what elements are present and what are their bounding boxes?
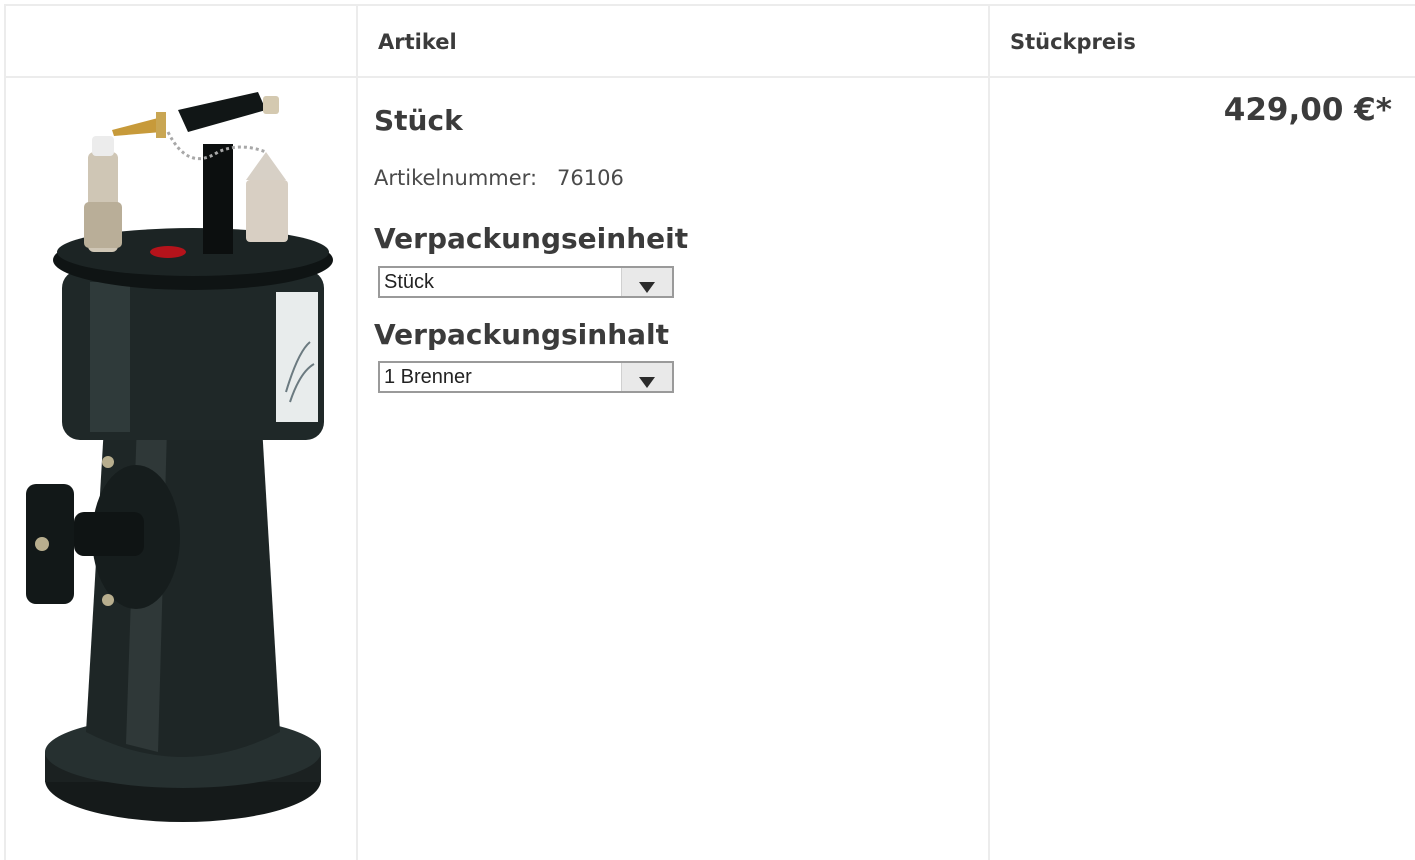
packaging-unit-value: Stück	[384, 271, 435, 293]
article-number-label: Artikelnummer:	[374, 166, 538, 190]
header-unit-price: Stückpreis	[1010, 30, 1136, 54]
chevron-down-icon	[639, 377, 655, 388]
packaging-content-select[interactable]: 1 Brenner	[378, 361, 674, 393]
header-article: Artikel	[378, 30, 457, 54]
article-number-row: Artikelnummer: 76106	[374, 166, 624, 190]
column-divider	[988, 6, 990, 860]
chevron-down-icon	[639, 282, 655, 293]
header-divider	[6, 76, 1415, 78]
product-price: 429,00 €*	[1223, 92, 1392, 128]
dropdown-button[interactable]	[621, 363, 672, 391]
packaging-unit-label: Verpackungseinheit	[374, 222, 689, 255]
product-image[interactable]	[18, 92, 348, 844]
dropdown-button[interactable]	[621, 268, 672, 296]
packaging-content-value: 1 Brenner	[384, 366, 472, 388]
product-title[interactable]: Stück	[374, 104, 463, 137]
packaging-unit-select[interactable]: Stück	[378, 266, 674, 298]
article-number-value: 76106	[557, 166, 624, 190]
column-divider	[356, 6, 358, 860]
packaging-content-label: Verpackungsinhalt	[374, 318, 670, 351]
